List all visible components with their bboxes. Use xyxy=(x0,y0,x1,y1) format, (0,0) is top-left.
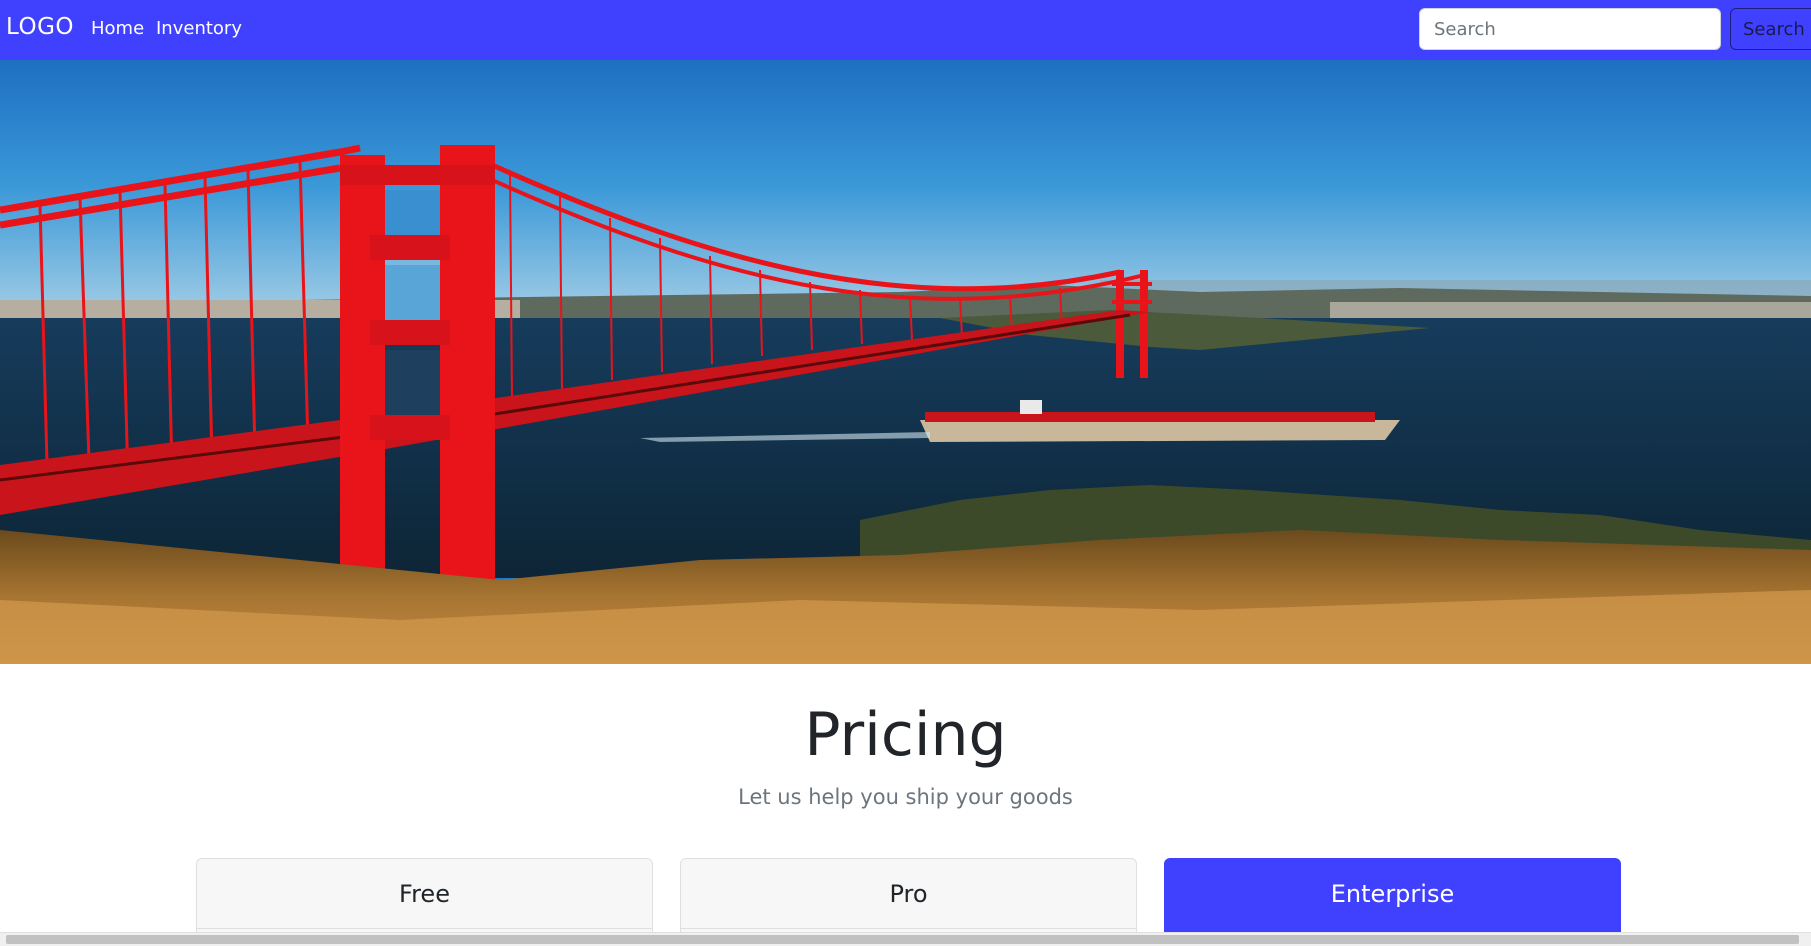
search-input[interactable] xyxy=(1419,8,1721,50)
nav-link-home[interactable]: Home xyxy=(91,18,144,39)
horizontal-scrollbar[interactable] xyxy=(0,932,1811,946)
plan-card-free: Free xyxy=(196,858,653,933)
pricing-title: Pricing xyxy=(804,700,1007,770)
search-button[interactable]: Search xyxy=(1730,8,1811,50)
hero-image xyxy=(0,60,1811,664)
plan-card-pro: Pro xyxy=(680,858,1137,933)
brand-logo[interactable]: LOGO xyxy=(6,14,74,40)
plan-card-header: Free xyxy=(197,859,652,929)
plan-card-header: Pro xyxy=(681,859,1136,929)
scrollbar-thumb[interactable] xyxy=(6,935,1799,944)
nav-link-inventory[interactable]: Inventory xyxy=(156,18,242,39)
plan-card-enterprise: Enterprise xyxy=(1164,858,1621,933)
hero-illustration xyxy=(0,60,1811,664)
plan-card-header: Enterprise xyxy=(1165,859,1620,929)
top-navbar: LOGO Home Inventory Search xyxy=(0,0,1811,60)
pricing-subtitle: Let us help you ship your goods xyxy=(738,785,1073,809)
